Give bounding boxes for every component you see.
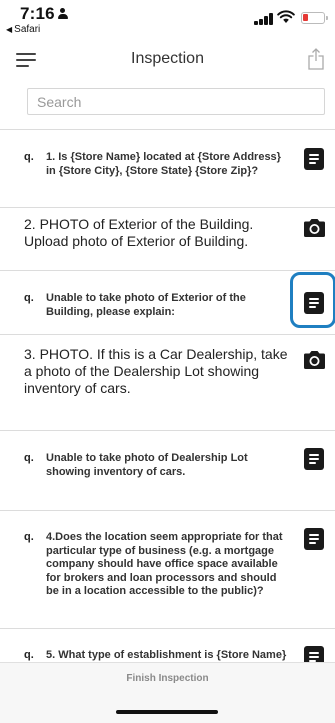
finish-inspection-button[interactable]: Finish Inspection	[0, 673, 335, 684]
signal-icon	[254, 13, 274, 25]
home-indicator	[116, 710, 218, 714]
list-item[interactable]: q. 4.Does the location seem appropriate …	[0, 511, 335, 629]
list-item[interactable]: 3. PHOTO. If this is a Car Dealership, t…	[0, 335, 335, 431]
wifi-icon	[277, 10, 295, 23]
share-icon[interactable]	[308, 48, 324, 70]
photo-question-text: 3. PHOTO. If this is a Car Dealership, t…	[24, 346, 288, 396]
time-text: 7:16	[20, 4, 55, 23]
person-icon	[57, 8, 68, 20]
photo-question-text: 2. PHOTO of Exterior of the Building. Up…	[24, 216, 254, 249]
back-to-safari-link[interactable]: ◀ Safari	[6, 24, 40, 35]
back-app-label: Safari	[14, 24, 41, 35]
question-marker: q.	[24, 151, 34, 163]
question-text: Unable to take photo of Exterior of the …	[46, 292, 246, 318]
question-marker: q.	[24, 649, 34, 661]
question-marker: q.	[24, 292, 34, 304]
document-icon[interactable]	[304, 528, 324, 550]
document-icon[interactable]	[304, 448, 324, 470]
battery-level	[303, 14, 308, 21]
battery-icon	[301, 12, 328, 24]
page-title: Inspection	[131, 50, 204, 67]
search-input[interactable]	[27, 88, 325, 115]
question-text: Unable to take photo of Dealership Lot s…	[46, 452, 248, 478]
nav-bar: Inspection	[0, 44, 335, 76]
clock: 7:16	[20, 4, 68, 24]
list-item[interactable]: 2. PHOTO of Exterior of the Building. Up…	[0, 208, 335, 271]
question-text: 1. Is {Store Name} located at {Store Add…	[46, 151, 281, 177]
search-bar	[0, 78, 335, 130]
list-item[interactable]: q. Unable to take photo of Exterior of t…	[0, 271, 335, 335]
highlight-ring	[290, 272, 335, 328]
question-marker: q.	[24, 531, 34, 543]
back-arrow-icon: ◀	[6, 25, 13, 34]
list-item[interactable]: q. 1. Is {Store Name} located at {Store …	[0, 130, 335, 208]
footer: Finish Inspection	[0, 662, 335, 723]
question-marker: q.	[24, 452, 34, 464]
camera-icon[interactable]	[302, 218, 327, 238]
question-text: 4.Does the location seem appropriate for…	[46, 531, 283, 597]
list-item[interactable]: q. Unable to take photo of Dealership Lo…	[0, 431, 335, 511]
document-icon[interactable]	[304, 148, 324, 170]
camera-icon[interactable]	[302, 350, 327, 370]
status-bar: 7:16 ◀ Safari	[0, 0, 335, 44]
